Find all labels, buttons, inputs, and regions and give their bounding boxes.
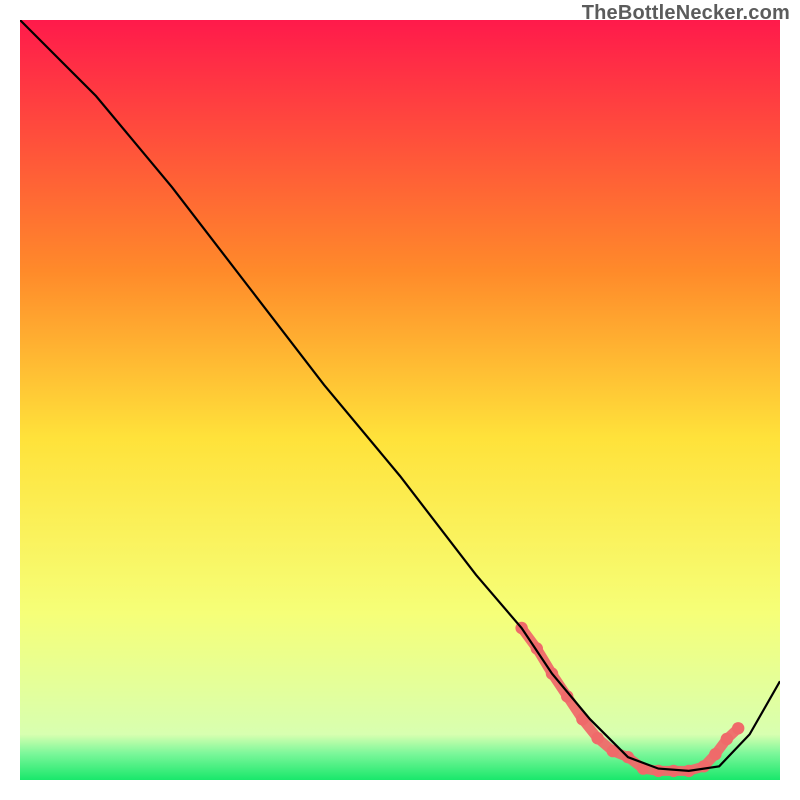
chart-svg xyxy=(20,20,780,780)
plot-area xyxy=(20,20,780,780)
watermark-text: TheBottleNecker.com xyxy=(582,2,790,25)
gradient-background xyxy=(20,20,780,780)
chart-container: TheBottleNecker.com xyxy=(0,0,800,800)
